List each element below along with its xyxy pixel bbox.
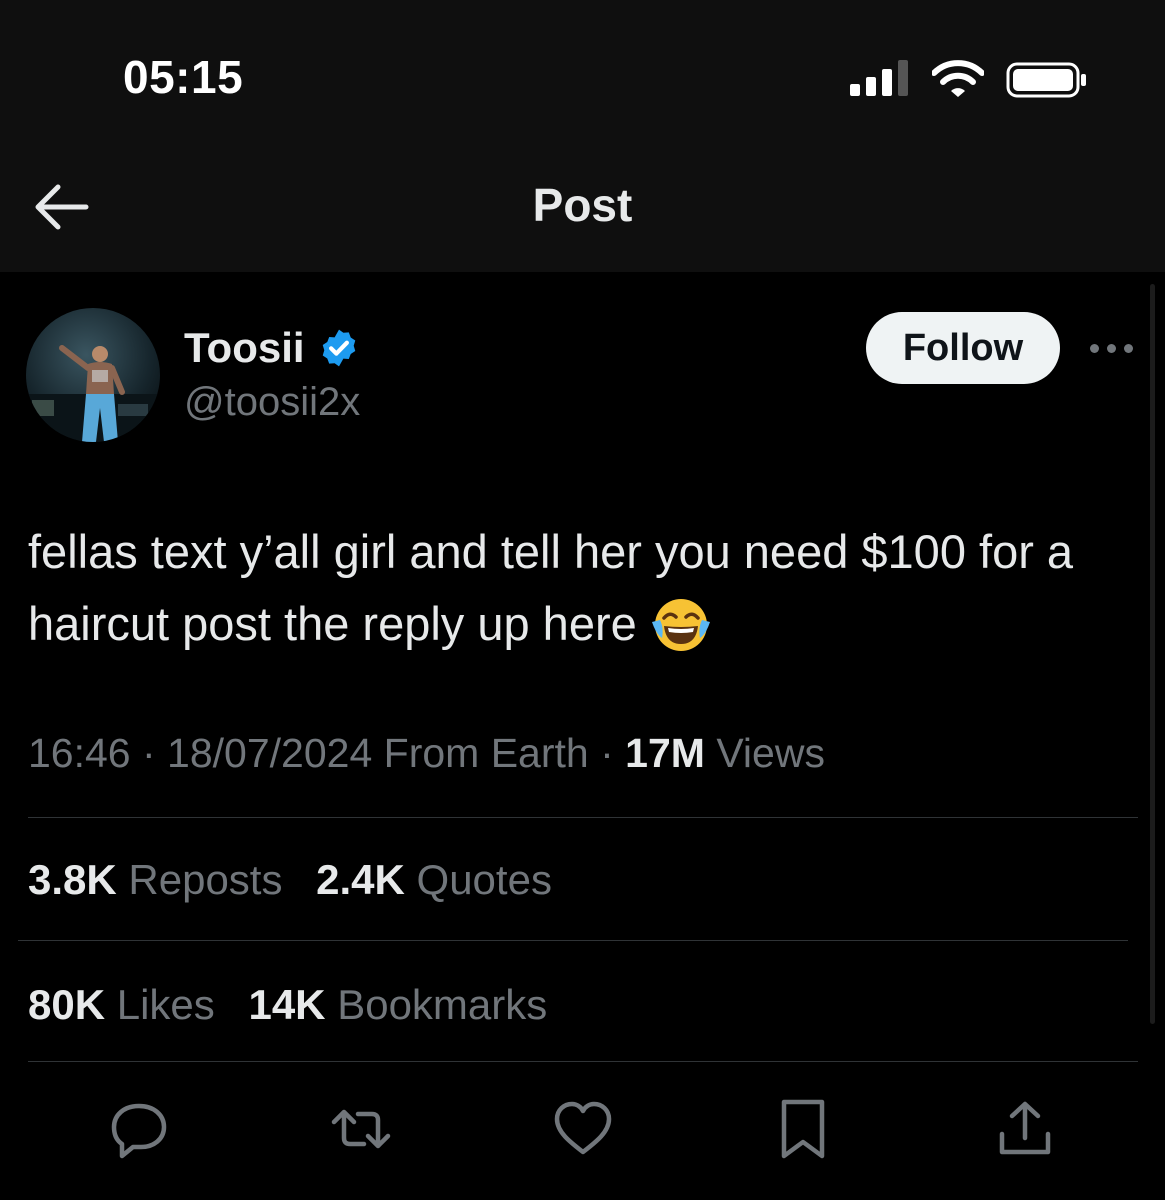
engagement-stats-row-1: 3.8K Reposts 2.4K Quotes <box>28 856 574 904</box>
divider <box>28 1061 1138 1062</box>
post-meta: 16:46 · 18/07/2024 From Earth · 17M View… <box>28 730 825 776</box>
repost-icon[interactable] <box>330 1098 392 1160</box>
top-bar: 05:15 Post <box>0 0 1165 272</box>
engagement-stats-row-2: 80K Likes 14K Bookmarks <box>28 981 569 1029</box>
tears-of-joy-emoji <box>651 599 710 651</box>
quotes-stat[interactable]: 2.4K Quotes <box>316 856 552 903</box>
post-text: fellas text y’all girl and tell her you … <box>28 516 1138 660</box>
post-location: From Earth <box>383 730 589 776</box>
bookmarks-stat[interactable]: 14K Bookmarks <box>248 981 547 1028</box>
post-date: 18/07/2024 <box>167 730 373 776</box>
cellular-signal-icon <box>850 58 912 98</box>
battery-icon <box>1006 62 1086 98</box>
likes-stat[interactable]: 80K Likes <box>28 981 215 1028</box>
wifi-icon <box>932 60 984 97</box>
reply-icon[interactable] <box>108 1098 170 1160</box>
reposts-stat[interactable]: 3.8K Reposts <box>28 856 282 903</box>
page-title: Post <box>532 179 633 231</box>
avatar[interactable] <box>26 308 160 442</box>
post-body: fellas text y’all girl and tell her you … <box>28 525 1074 650</box>
verified-badge-icon <box>322 329 356 367</box>
author-handle[interactable]: @toosii2x <box>184 380 360 425</box>
follow-button[interactable]: Follow <box>866 312 1060 384</box>
bookmark-icon[interactable] <box>772 1098 834 1160</box>
post-time: 16:46 <box>28 730 131 776</box>
status-time: 05:15 <box>123 51 244 103</box>
views-count: 17M <box>625 730 705 776</box>
divider <box>28 817 1138 818</box>
share-icon[interactable] <box>994 1098 1056 1160</box>
divider <box>18 940 1128 941</box>
more-options-icon[interactable] <box>1088 334 1136 362</box>
scrollbar[interactable] <box>1150 284 1155 1024</box>
author-name[interactable]: Toosii <box>184 324 305 372</box>
views-label[interactable]: Views <box>716 730 825 776</box>
like-icon[interactable] <box>552 1098 614 1160</box>
